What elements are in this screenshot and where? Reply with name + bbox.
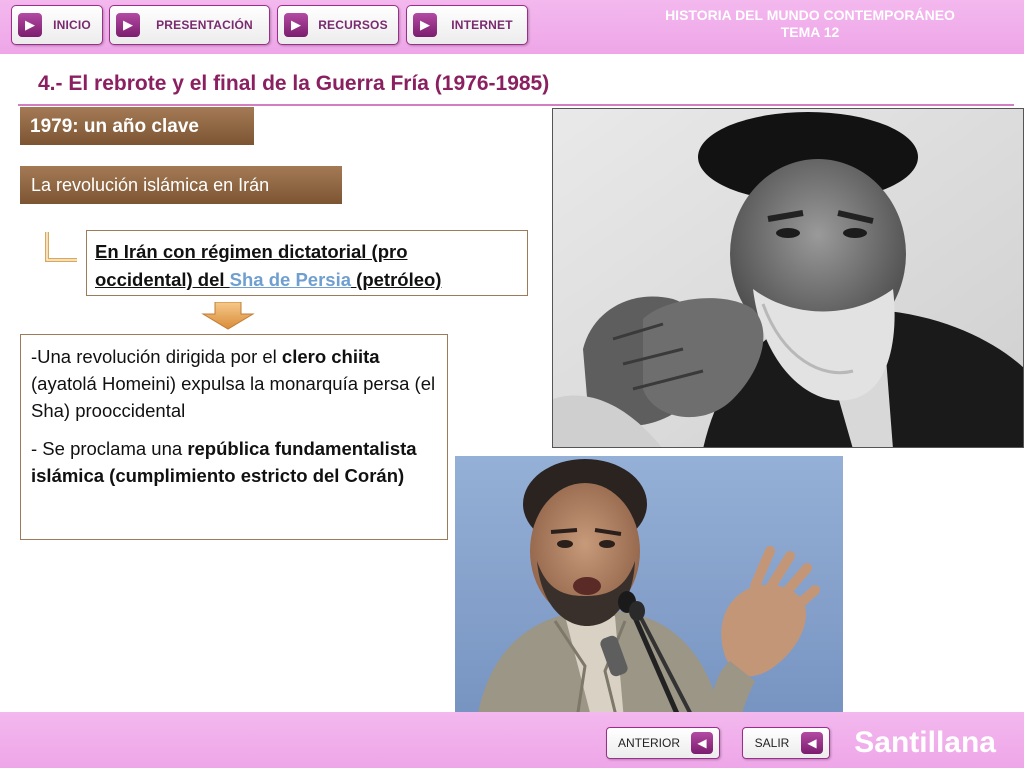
revolution-paragraph-1: -Una revolución dirigida por el clero ch… bbox=[31, 343, 437, 424]
revolution-paragraph-2: - Se proclama una república fundamentali… bbox=[31, 435, 437, 489]
internet-label: INTERNET bbox=[451, 18, 513, 32]
iran-line-1: En Irán con régimen dictatorial (pro bbox=[95, 241, 408, 262]
inicio-button[interactable]: ▶ INICIO bbox=[11, 5, 103, 45]
presentacion-label: PRESENTACIÓN bbox=[156, 18, 253, 32]
p1-text-c: (ayatolá Homeini) expulsa la monarquía p… bbox=[31, 373, 436, 421]
play-right-icon: ▶ bbox=[413, 13, 437, 37]
ahmadinejad-photo-illustration bbox=[455, 456, 843, 732]
salir-button[interactable]: SALIR ◀ bbox=[742, 727, 830, 759]
course-title-line1: HISTORIA DEL MUNDO CONTEMPORÁNEO bbox=[665, 7, 955, 23]
iran-regime-box: En Irán con régimen dictatorial (pro occ… bbox=[86, 230, 528, 296]
play-right-icon: ▶ bbox=[284, 13, 308, 37]
course-title-line2: TEMA 12 bbox=[780, 24, 840, 40]
salir-label: SALIR bbox=[754, 736, 790, 750]
recursos-label: RECURSOS bbox=[318, 18, 388, 32]
page-title: 4.- El rebrote y el final de la Guerra F… bbox=[38, 72, 550, 95]
play-right-icon: ▶ bbox=[18, 13, 42, 37]
play-right-icon: ▶ bbox=[116, 13, 140, 37]
santillana-logo: Santillana bbox=[854, 726, 996, 759]
down-arrow-icon bbox=[201, 302, 255, 330]
play-left-icon: ◀ bbox=[801, 732, 823, 754]
revolution-box: -Una revolución dirigida por el clero ch… bbox=[20, 334, 448, 540]
presentacion-button[interactable]: ▶ PRESENTACIÓN bbox=[109, 5, 270, 45]
sha-de-persia-link[interactable]: Sha de Persia bbox=[230, 269, 351, 290]
title-divider bbox=[18, 104, 1014, 106]
internet-button[interactable]: ▶ INTERNET bbox=[406, 5, 528, 45]
p1-text-bold: clero chiita bbox=[281, 346, 380, 367]
iran-line-2-pre: occidental) del bbox=[95, 269, 230, 290]
khomeini-photo-illustration bbox=[553, 109, 1023, 447]
p1-text-a: -Una revolución dirigida por el bbox=[31, 346, 282, 367]
year-label: 1979: un año clave bbox=[20, 107, 254, 145]
course-title: HISTORIA DEL MUNDO CONTEMPORÁNEO TEMA 12 bbox=[610, 7, 1010, 41]
iran-line-2-post: (petróleo) bbox=[351, 269, 442, 290]
recursos-button[interactable]: ▶ RECURSOS bbox=[277, 5, 399, 45]
ahmadinejad-photo bbox=[455, 456, 843, 732]
anterior-button[interactable]: ANTERIOR ◀ bbox=[606, 727, 720, 759]
p2-text-a: - Se proclama una bbox=[31, 438, 188, 459]
khomeini-photo bbox=[552, 108, 1024, 448]
connector-arrow-icon bbox=[45, 232, 77, 262]
anterior-label: ANTERIOR bbox=[617, 736, 680, 750]
inicio-label: INICIO bbox=[53, 18, 91, 32]
topic-label: La revolución islámica en Irán bbox=[20, 166, 342, 204]
play-left-icon: ◀ bbox=[691, 732, 713, 754]
